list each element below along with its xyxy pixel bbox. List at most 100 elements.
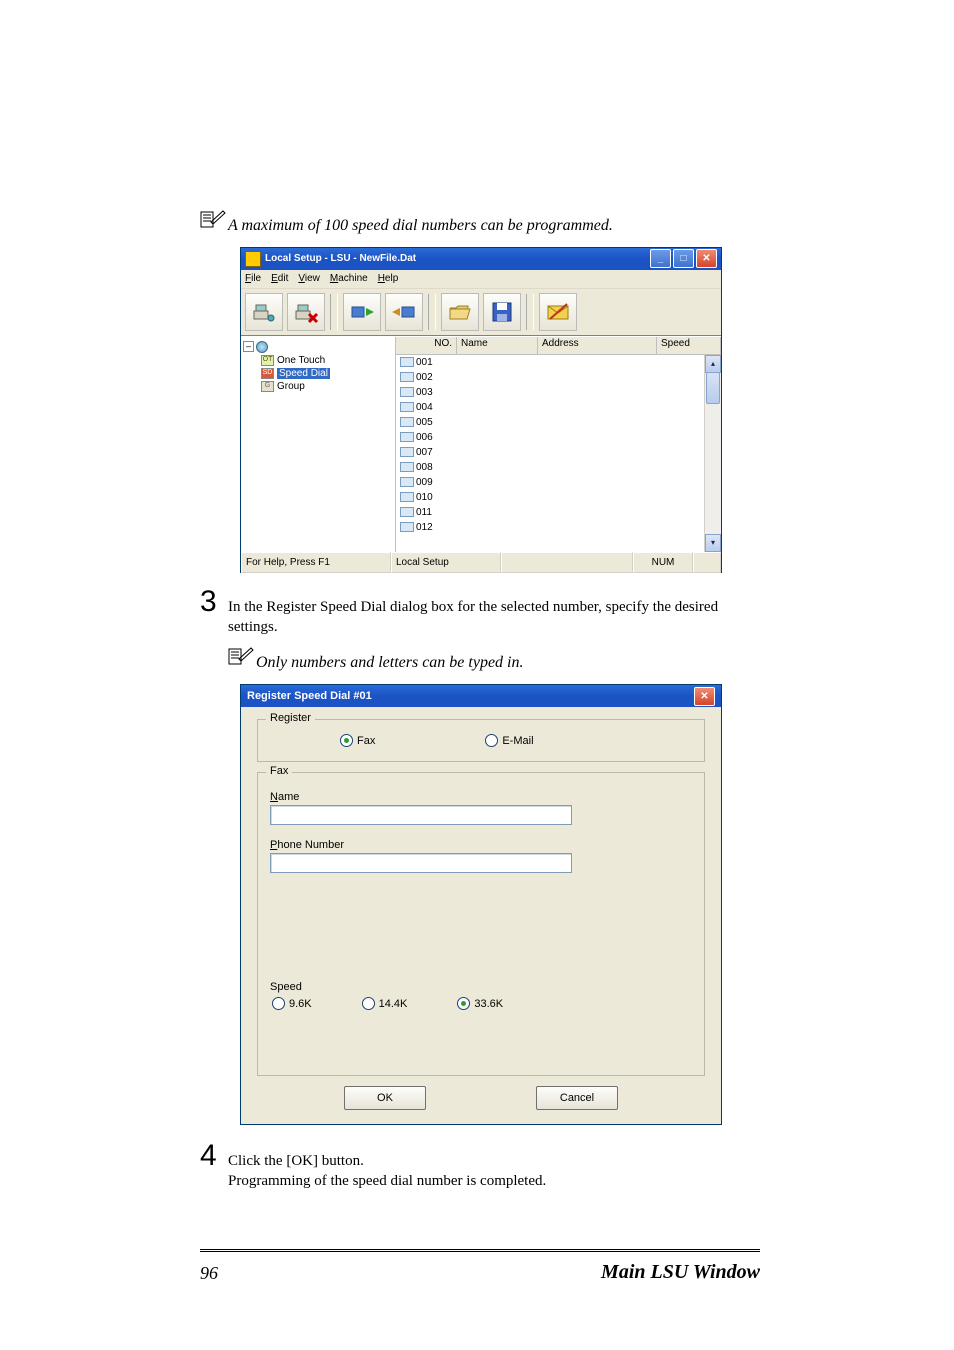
menu-edit[interactable]: Edit bbox=[271, 273, 288, 284]
tree-item-onetouch[interactable]: OTOne Touch bbox=[261, 355, 393, 366]
group-label: Register bbox=[266, 712, 315, 724]
step-text: Click the [OK] button. Programming of th… bbox=[228, 1151, 546, 1192]
col-no[interactable]: NO. bbox=[396, 337, 457, 354]
menu-help[interactable]: Help bbox=[378, 273, 399, 284]
radio-speed-336k[interactable]: 33.6K bbox=[457, 997, 503, 1010]
row-icon bbox=[400, 447, 414, 457]
status-mode: Local Setup bbox=[391, 552, 501, 573]
cancel-button[interactable]: Cancel bbox=[536, 1086, 618, 1110]
tree-item-group[interactable]: GGroup bbox=[261, 381, 393, 392]
row-icon bbox=[400, 492, 414, 502]
toolbar-separator bbox=[526, 294, 534, 330]
speeddial-icon: SD bbox=[261, 368, 274, 379]
row-icon bbox=[400, 372, 414, 382]
row-icon bbox=[400, 477, 414, 487]
scroll-down-icon[interactable]: ▾ bbox=[705, 534, 721, 552]
tree-panel: – OTOne Touch SDSpeed Dial GGroup bbox=[241, 337, 396, 552]
register-speed-dial-dialog: Register Speed Dial #01 ✕ Register Fax E… bbox=[240, 684, 722, 1125]
table-row[interactable]: 001 bbox=[396, 355, 721, 370]
status-bar: For Help, Press F1 Local Setup NUM bbox=[241, 552, 721, 572]
toolbar-mail-button[interactable] bbox=[539, 293, 577, 331]
note-icon bbox=[200, 210, 228, 235]
window-title: Local Setup - LSU - NewFile.Dat bbox=[265, 253, 648, 264]
group-icon: G bbox=[261, 381, 274, 392]
globe-icon bbox=[256, 341, 268, 353]
table-row[interactable]: 004 bbox=[396, 400, 721, 415]
scrollbar[interactable]: ▴ ▾ bbox=[704, 355, 721, 552]
phone-number-field[interactable] bbox=[270, 853, 572, 873]
dialog-title-bar[interactable]: Register Speed Dial #01 ✕ bbox=[241, 685, 721, 707]
radio-speed-144k[interactable]: 14.4K bbox=[362, 997, 408, 1010]
scroll-up-icon[interactable]: ▴ bbox=[705, 355, 721, 373]
toolbar-disconnect-button[interactable] bbox=[287, 293, 325, 331]
col-address[interactable]: Address bbox=[538, 337, 657, 354]
toolbar-connect-button[interactable] bbox=[245, 293, 283, 331]
toolbar-separator bbox=[428, 294, 436, 330]
radio-email[interactable]: E-Mail bbox=[485, 734, 533, 747]
note-text: Only numbers and letters can be typed in… bbox=[256, 653, 524, 674]
table-row[interactable]: 002 bbox=[396, 370, 721, 385]
toolbar-receive-button[interactable] bbox=[385, 293, 423, 331]
step-number: 3 bbox=[200, 587, 228, 617]
toolbar-separator bbox=[330, 294, 338, 330]
title-bar[interactable]: Local Setup - LSU - NewFile.Dat _ □ ✕ bbox=[241, 248, 721, 270]
group-label: Fax bbox=[266, 765, 292, 777]
row-icon bbox=[400, 462, 414, 472]
row-icon bbox=[400, 522, 414, 532]
toolbar-send-button[interactable] bbox=[343, 293, 381, 331]
menu-bar: File Edit View Machine Help bbox=[241, 270, 721, 289]
list-rows: 001 002 003 004 005 006 007 008 009 010 … bbox=[396, 355, 721, 552]
radio-speed-96k[interactable]: 9.6K bbox=[272, 997, 312, 1010]
toolbar-save-button[interactable] bbox=[483, 293, 521, 331]
row-icon bbox=[400, 357, 414, 367]
table-row[interactable]: 010 bbox=[396, 490, 721, 505]
footer-title: Main LSU Window bbox=[601, 1261, 760, 1284]
table-row[interactable]: 003 bbox=[396, 385, 721, 400]
status-grip bbox=[693, 552, 721, 573]
group-fax: Fax Name Phone Number Speed 9.6K 14.4K 3… bbox=[257, 772, 705, 1076]
step-text: In the Register Speed Dial dialog box fo… bbox=[228, 597, 760, 638]
row-icon bbox=[400, 417, 414, 427]
col-name[interactable]: Name bbox=[457, 337, 538, 354]
close-button[interactable]: ✕ bbox=[696, 249, 717, 268]
col-speed[interactable]: Speed bbox=[657, 337, 721, 354]
table-row[interactable]: 005 bbox=[396, 415, 721, 430]
menu-view[interactable]: View bbox=[298, 273, 320, 284]
onetouch-icon: OT bbox=[261, 355, 274, 366]
row-icon bbox=[400, 387, 414, 397]
scroll-thumb[interactable] bbox=[706, 372, 720, 404]
group-register: Register Fax E-Mail bbox=[257, 719, 705, 762]
note-icon bbox=[228, 647, 256, 672]
table-row[interactable]: 006 bbox=[396, 430, 721, 445]
toolbar-open-button[interactable] bbox=[441, 293, 479, 331]
toolbar bbox=[241, 289, 721, 336]
row-icon bbox=[400, 402, 414, 412]
label-speed: Speed bbox=[270, 981, 692, 993]
step-number: 4 bbox=[200, 1141, 228, 1171]
menu-machine[interactable]: Machine bbox=[330, 273, 368, 284]
maximize-button[interactable]: □ bbox=[673, 249, 694, 268]
dialog-title: Register Speed Dial #01 bbox=[247, 690, 372, 702]
app-icon bbox=[245, 251, 261, 267]
tree-collapse-icon[interactable]: – bbox=[243, 341, 254, 352]
row-icon bbox=[400, 432, 414, 442]
list-header: NO. Name Address Speed bbox=[396, 337, 721, 355]
tree-item-speeddial[interactable]: SDSpeed Dial bbox=[261, 368, 393, 379]
close-button[interactable]: ✕ bbox=[694, 687, 715, 706]
list-panel: NO. Name Address Speed 001 002 003 004 0… bbox=[396, 337, 721, 552]
label-phone: Phone Number bbox=[270, 839, 692, 851]
menu-file[interactable]: File bbox=[245, 273, 261, 284]
radio-fax[interactable]: Fax bbox=[340, 734, 375, 747]
table-row[interactable]: 011 bbox=[396, 505, 721, 520]
ok-button[interactable]: OK bbox=[344, 1086, 426, 1110]
table-row[interactable]: 008 bbox=[396, 460, 721, 475]
status-empty bbox=[501, 552, 633, 573]
page-number: 96 bbox=[200, 1263, 218, 1284]
table-row[interactable]: 007 bbox=[396, 445, 721, 460]
note-text: A maximum of 100 speed dial numbers can … bbox=[228, 216, 613, 237]
name-field[interactable] bbox=[270, 805, 572, 825]
table-row[interactable]: 012 bbox=[396, 520, 721, 535]
footer-rule bbox=[200, 1251, 760, 1252]
table-row[interactable]: 009 bbox=[396, 475, 721, 490]
minimize-button[interactable]: _ bbox=[650, 249, 671, 268]
